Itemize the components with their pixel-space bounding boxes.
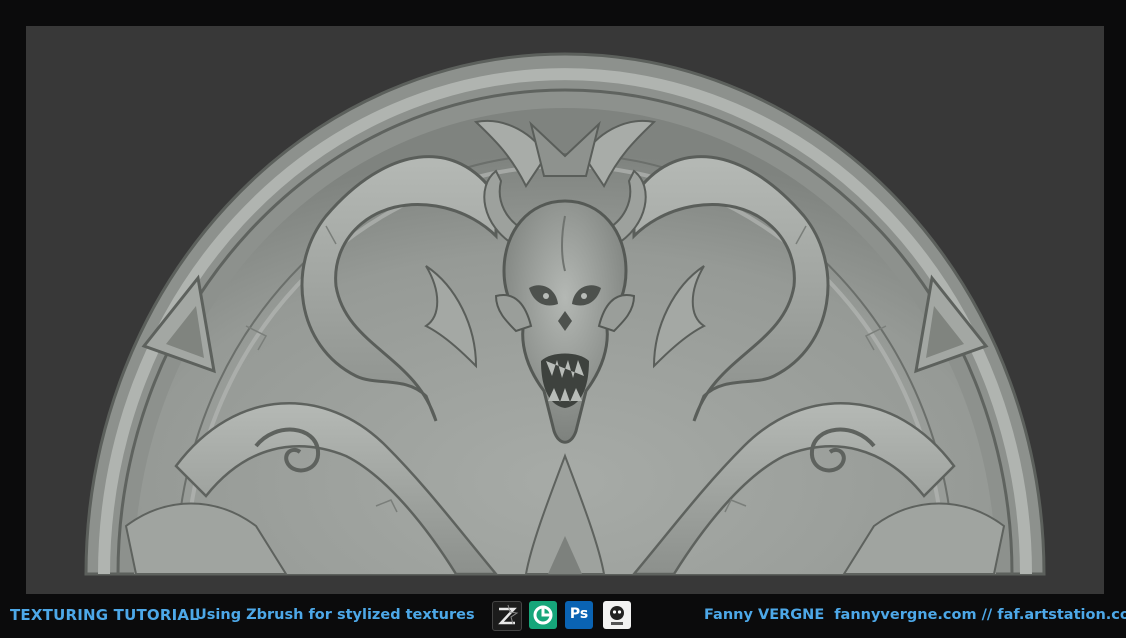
author-links: fannyvergne.com // faf.artstation.com (834, 607, 1126, 623)
zbrush-icon (492, 601, 522, 631)
substance-icon (603, 601, 631, 629)
stone-relief-sculpture (84, 52, 1046, 576)
tutorial-title: TEXTURING TUTORIAL (10, 606, 199, 624)
photoshop-label: Ps (569, 606, 589, 622)
3ds-max-icon (529, 601, 557, 629)
render-viewport (26, 26, 1104, 594)
author-name: Fanny VERGNE (704, 607, 825, 623)
footer-bar: TEXTURING TUTORIAL Using Zbrush for styl… (0, 598, 1126, 638)
tutorial-subtitle: Using Zbrush for stylized textures (195, 607, 475, 623)
photoshop-icon: Ps (565, 601, 593, 629)
author-credits: Fanny VERGNE fannyvergne.com // faf.artst… (704, 607, 1126, 623)
